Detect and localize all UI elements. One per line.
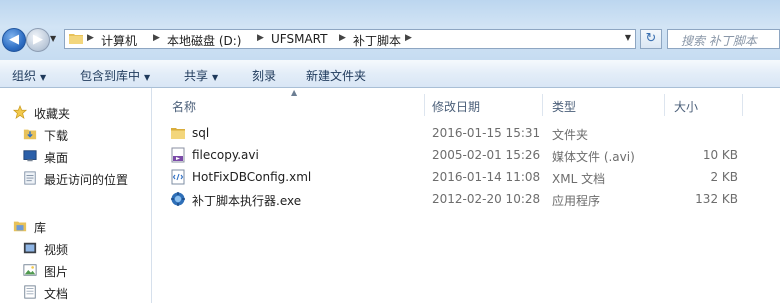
title-bar: ◀ ▶ ▼ ▶ 计算机 ▶ 本地磁盘 (D:) ▶ UFSMART ▶ 补丁脚本… <box>0 0 780 60</box>
breadcrumb-separator[interactable]: ▶ <box>257 33 264 43</box>
breadcrumb-separator[interactable]: ▶ <box>87 33 94 43</box>
library-icon <box>13 221 27 232</box>
desktop-icon <box>23 150 37 162</box>
sort-indicator-icon: ▲ <box>291 88 298 97</box>
column-header-modified[interactable]: 修改日期 <box>432 98 480 115</box>
organize-label: 组织 <box>12 69 37 83</box>
breadcrumb-current-folder[interactable]: 补丁脚本 <box>353 32 401 49</box>
folder-icon <box>69 34 83 44</box>
nav-videos-label: 视频 <box>44 243 69 257</box>
address-dropdown-icon[interactable]: ▼ <box>625 33 631 42</box>
organize-menu[interactable]: 组织 ▼ <box>12 67 46 84</box>
file-type: 文件夹 <box>552 128 589 142</box>
file-type: 媒体文件 (.avi) <box>552 150 635 164</box>
nav-desktop-label: 桌面 <box>44 151 69 165</box>
downloads-folder-icon <box>23 129 37 140</box>
forward-button[interactable]: ▶ <box>26 28 50 52</box>
burn-button[interactable]: 刻录 <box>252 67 276 84</box>
file-row[interactable]: HotFixDBConfig.xml 2016-01-14 11:08 XML … <box>164 167 764 188</box>
nav-recent-label: 最近访问的位置 <box>44 173 129 187</box>
nav-libraries-label: 库 <box>34 221 47 235</box>
column-divider[interactable] <box>424 94 425 116</box>
nav-libraries[interactable]: 库 <box>10 216 150 238</box>
include-in-library-menu[interactable]: 包含到库中 ▼ <box>80 67 150 84</box>
column-header-name[interactable]: 名称 <box>172 98 196 115</box>
navigation-pane: 收藏夹 下载 桌面 最近访问的位置 库 视频 图片 文档 <box>0 88 152 303</box>
file-name: filecopy.avi <box>192 148 259 162</box>
recent-places-icon <box>24 171 36 185</box>
nav-downloads-label: 下载 <box>44 129 69 143</box>
chevron-down-icon: ▼ <box>40 73 47 82</box>
nav-pictures[interactable]: 图片 <box>20 260 150 282</box>
nav-documents-label: 文档 <box>44 287 69 301</box>
file-modified: 2005-02-01 15:26 <box>432 148 541 162</box>
file-size: 10 KB <box>702 148 738 162</box>
videos-icon <box>23 242 37 254</box>
file-size: 2 KB <box>710 170 738 184</box>
file-name: HotFixDBConfig.xml <box>192 170 312 184</box>
breadcrumb-separator[interactable]: ▶ <box>339 33 346 43</box>
file-type: XML 文档 <box>552 172 606 186</box>
file-size: 132 KB <box>695 192 738 206</box>
nav-documents[interactable]: 文档 <box>20 282 150 304</box>
share-menu[interactable]: 共享 ▼ <box>184 67 218 84</box>
xml-file-icon <box>171 169 185 185</box>
file-name: 补丁脚本执行器.exe <box>192 194 302 208</box>
breadcrumb-ufsmart[interactable]: UFSMART <box>271 32 327 46</box>
column-divider[interactable] <box>542 94 543 116</box>
new-folder-button[interactable]: 新建文件夹 <box>306 67 366 84</box>
nav-desktop[interactable]: 桌面 <box>20 146 150 168</box>
column-divider[interactable] <box>742 94 743 116</box>
search-input[interactable]: 搜索 补丁脚本 <box>667 29 780 49</box>
video-file-icon <box>171 147 185 163</box>
file-type: 应用程序 <box>552 194 601 208</box>
file-modified: 2016-01-15 15:31 <box>432 126 541 140</box>
file-modified: 2016-01-14 11:08 <box>432 170 541 184</box>
breadcrumb-separator[interactable]: ▶ <box>405 33 412 43</box>
file-modified: 2012-02-20 10:28 <box>432 192 541 206</box>
nav-favorites[interactable]: 收藏夹 <box>10 102 150 124</box>
folder-icon <box>171 128 185 139</box>
share-label: 共享 <box>184 69 209 83</box>
column-header-size[interactable]: 大小 <box>674 98 698 115</box>
file-row[interactable]: filecopy.avi 2005-02-01 15:26 媒体文件 (.avi… <box>164 145 764 166</box>
star-icon <box>12 105 28 119</box>
nav-videos[interactable]: 视频 <box>20 238 150 260</box>
back-button[interactable]: ◀ <box>2 28 26 52</box>
nav-favorites-label: 收藏夹 <box>34 107 71 121</box>
nav-downloads[interactable]: 下载 <box>20 124 150 146</box>
history-dropdown-icon[interactable]: ▼ <box>50 34 60 44</box>
address-bar[interactable]: ▶ 计算机 ▶ 本地磁盘 (D:) ▶ UFSMART ▶ 补丁脚本 ▶ ▼ <box>64 29 636 49</box>
file-name: sql <box>192 126 210 140</box>
chevron-down-icon: ▼ <box>212 73 219 82</box>
refresh-button[interactable]: ↻ <box>640 29 662 49</box>
column-header-type[interactable]: 类型 <box>552 98 576 115</box>
file-row[interactable]: sql 2016-01-15 15:31 文件夹 <box>164 123 764 144</box>
chevron-down-icon: ▼ <box>144 73 151 82</box>
breadcrumb-computer[interactable]: 计算机 <box>101 32 137 49</box>
include-in-library-label: 包含到库中 <box>80 69 141 83</box>
nav-pictures-label: 图片 <box>44 265 69 279</box>
breadcrumb-drive-d[interactable]: 本地磁盘 (D:) <box>167 32 241 49</box>
column-divider[interactable] <box>664 94 665 116</box>
nav-recent-places[interactable]: 最近访问的位置 <box>20 168 150 190</box>
command-bar: 组织 ▼ 包含到库中 ▼ 共享 ▼ 刻录 新建文件夹 <box>0 60 780 88</box>
pictures-icon <box>23 264 37 276</box>
file-list: ▲ 名称 修改日期 类型 大小 sql 2016-01-15 15:31 文件夹… <box>152 88 780 303</box>
search-placeholder: 搜索 补丁脚本 <box>681 34 757 48</box>
documents-icon <box>24 285 36 299</box>
exe-app-icon <box>171 192 185 206</box>
file-row[interactable]: 补丁脚本执行器.exe 2012-02-20 10:28 应用程序 132 KB <box>164 189 764 210</box>
breadcrumb-separator[interactable]: ▶ <box>153 33 160 43</box>
